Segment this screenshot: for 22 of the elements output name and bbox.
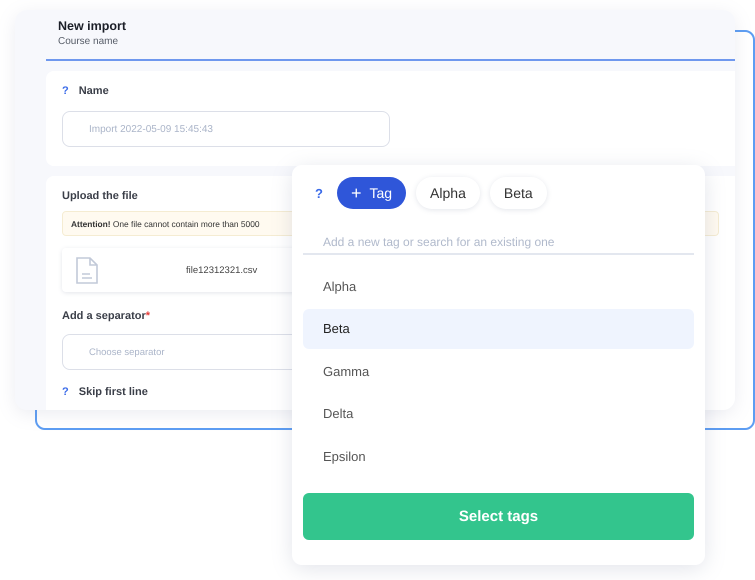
- name-input-field[interactable]: Import 2022-05-09 15:45:43: [62, 111, 390, 147]
- field-label: Name: [78, 85, 109, 97]
- field-label: Add a separator: [62, 310, 146, 322]
- add-tag-button[interactable]: + Tag: [336, 177, 406, 209]
- required-mark: *: [146, 310, 150, 322]
- section-title: Upload the file: [62, 190, 138, 202]
- file-name: file12312321.csv: [186, 264, 258, 276]
- tag-search-field[interactable]: Add a new tag or search for an existing one: [303, 235, 694, 255]
- tag-option[interactable]: Epsilon: [303, 436, 694, 476]
- tag-option[interactable]: Beta: [303, 308, 694, 348]
- window-subtitle: Course name: [58, 36, 120, 47]
- tag-chip[interactable]: Alpha: [416, 177, 480, 209]
- help-mark[interactable]: ?: [315, 186, 323, 200]
- help-mark[interactable]: ?: [62, 85, 69, 97]
- window-title: New import: [58, 19, 128, 33]
- tag-option[interactable]: Delta: [303, 394, 694, 434]
- notice-text: Attention! One file cannot contain more than 5000: [71, 218, 260, 228]
- tag-chip[interactable]: Beta: [490, 177, 547, 209]
- help-mark[interactable]: ?: [62, 386, 69, 398]
- field-label: Skip first line: [78, 386, 148, 398]
- document-icon: [76, 256, 98, 284]
- tag-option[interactable]: Alpha: [303, 266, 694, 306]
